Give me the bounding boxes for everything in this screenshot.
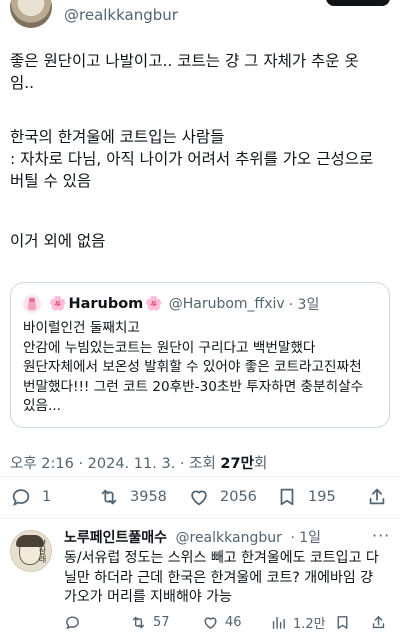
reply-views-count: 1.2만: [293, 616, 326, 632]
views-icon: [272, 616, 285, 629]
reply-bookmark-button[interactable]: [334, 612, 351, 632]
reply-header: 노루페인트풀매수 @realkkangbur · 1일: [64, 527, 321, 547]
reply-time: · 1일: [290, 530, 322, 546]
reply-icon: [12, 489, 30, 506]
quoted-tweet[interactable]: 🌸 Harubom 🌸 @Harubom_ffxiv · 3일 바이럴인건 둘째…: [10, 282, 390, 428]
quoted-author-handle[interactable]: @Harubom_ffxiv: [169, 296, 285, 312]
bookmark-icon: [337, 615, 348, 629]
reply-author-name[interactable]: 노루페인트풀매수: [64, 530, 167, 546]
share-button[interactable]: [366, 484, 388, 510]
reply-action-bar: 57 46 1.2만: [0, 612, 400, 632]
quoted-tweet-body: 바이럴인건 둘째치고 안감에 누빔있는코트는 원단이 구리다고 백번말했다 원단…: [23, 319, 383, 417]
tweet-paragraph-1: 좋은 원단이고 나발이고.. 코트는 걍 그 자체가 추운 옷 임..: [10, 52, 359, 92]
reply-like-button[interactable]: 46: [202, 612, 242, 632]
bookmark-button[interactable]: 195: [276, 484, 336, 510]
retweet-icon: [101, 489, 117, 505]
reply-like-count: 46: [225, 614, 242, 630]
heart-icon: [191, 490, 207, 506]
retweet-icon: [132, 616, 145, 628]
retweet-count: 3958: [130, 489, 167, 505]
reply-retweet-button[interactable]: 57: [130, 612, 170, 632]
reply-button[interactable]: 1: [10, 484, 51, 510]
like-button[interactable]: 2056: [188, 484, 257, 510]
heart-icon: [204, 616, 217, 629]
bookmark-icon: [280, 488, 294, 506]
author-handle[interactable]: @realkkangbur: [64, 6, 178, 24]
reply-tweet[interactable]: 안살래 노루페인트풀매수 @realkkangbur · 1일 ··· 동/서유…: [0, 524, 400, 636]
avatar-caption: 안살래: [38, 539, 47, 563]
bookmark-count: 195: [308, 489, 336, 505]
reply-reply-button[interactable]: [64, 612, 81, 632]
quoted-author-avatar[interactable]: [23, 295, 41, 313]
share-icon: [372, 615, 385, 628]
tweet-meta: 오후 2:16 · 2024. 11. 3. · 조회 27만회: [10, 452, 267, 473]
reply-author-avatar[interactable]: 안살래: [10, 530, 52, 572]
quoted-tweet-time: · 3일: [288, 297, 320, 313]
divider: [0, 518, 400, 519]
reply-body: 동/서유럽 정도는 스위스 빼고 한겨울에도 코트입고 다 닐만 하더라 근데 …: [64, 549, 394, 608]
views-suffix: 회: [253, 456, 268, 472]
quoted-tweet-header: 🌸 Harubom 🌸 @Harubom_ffxiv · 3일: [23, 294, 319, 314]
more-options-icon[interactable]: ···: [372, 526, 390, 545]
share-icon: [369, 488, 385, 505]
tweet-author-header: @realkkangbur: [0, 0, 400, 34]
quoted-tweet-text: 바이럴인건 둘째치고 안감에 누빔있는코트는 원단이 구리다고 백번말했다 원단…: [23, 320, 364, 414]
quoted-author-name[interactable]: Harubom: [68, 296, 143, 312]
author-avatar[interactable]: [10, 0, 52, 28]
flower-icon: 🌸: [49, 296, 67, 312]
views-count: 27만: [220, 456, 254, 472]
reply-retweet-count: 57: [153, 614, 170, 630]
like-count: 2056: [220, 489, 257, 505]
reply-icon: [66, 615, 79, 629]
tweet-timestamp[interactable]: 오후 2:16 · 2024. 11. 3. · 조회: [10, 456, 220, 472]
retweet-button[interactable]: 3958: [98, 484, 167, 510]
reply-text: 동/서유럽 정도는 스위스 빼고 한겨울에도 코트입고 다 닐만 하더라 근데 …: [64, 550, 379, 605]
divider: [0, 476, 400, 477]
tweet-paragraph-3: 이거 외에 없음: [10, 232, 106, 250]
follow-button[interactable]: [326, 0, 390, 6]
reply-views-button[interactable]: 1.2만: [270, 612, 326, 632]
flower-icon: 🌸: [145, 296, 163, 312]
reply-share-button[interactable]: [370, 612, 387, 632]
reply-count: 1: [42, 489, 52, 505]
tweet-action-bar: 1 3958 2056 195: [0, 484, 400, 510]
tweet-paragraph-2: 한국의 한겨울에 코트입는 사람들 : 자차로 다님, 아직 나이가 어려서 추…: [10, 128, 374, 190]
reply-author-handle[interactable]: @realkkangbur: [176, 530, 282, 546]
